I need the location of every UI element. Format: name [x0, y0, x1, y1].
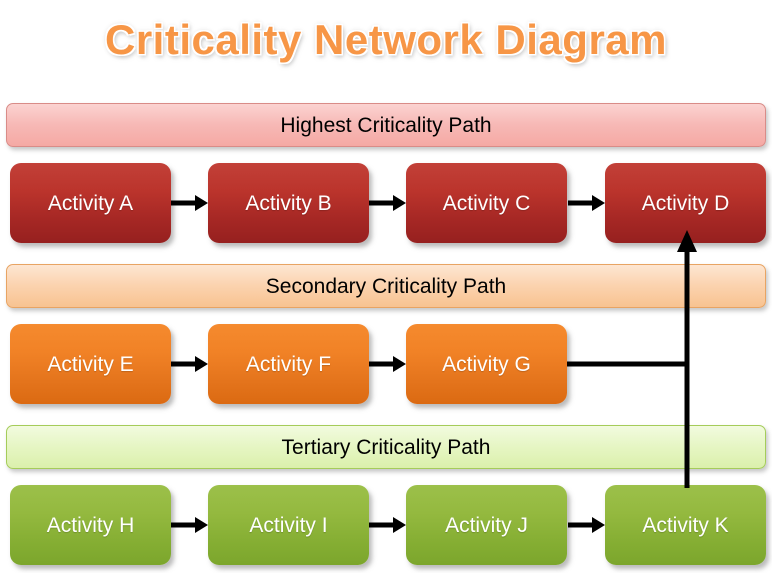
node-label: Activity G [442, 352, 531, 376]
arrow-g-to-d [560, 228, 700, 378]
node-activity-g[interactable]: Activity G [406, 324, 567, 404]
band-label: Secondary Criticality Path [265, 274, 507, 298]
band-highest-criticality: Highest Criticality Path [6, 103, 766, 147]
node-activity-i[interactable]: Activity I [208, 485, 369, 565]
node-activity-e[interactable]: Activity E [10, 324, 171, 404]
node-activity-c[interactable]: Activity C [406, 163, 567, 243]
node-label: Activity J [445, 513, 528, 537]
node-activity-a[interactable]: Activity A [10, 163, 171, 243]
arrow-k-to-d [682, 240, 694, 488]
arrow-h-to-i [171, 514, 208, 536]
node-label: Activity H [46, 513, 135, 537]
band-tertiary-criticality: Tertiary Criticality Path [6, 425, 766, 469]
node-label: Activity A [47, 191, 134, 215]
node-activity-f[interactable]: Activity F [208, 324, 369, 404]
arrow-i-to-j [369, 514, 406, 536]
node-label: Activity C [442, 191, 531, 215]
node-label: Activity E [47, 352, 134, 376]
node-activity-j[interactable]: Activity J [406, 485, 567, 565]
node-label: Activity K [642, 513, 729, 537]
arrow-e-to-f [171, 353, 208, 375]
diagram-canvas: Criticality Network Diagram Highest Crit… [0, 0, 772, 573]
arrow-f-to-g [369, 353, 406, 375]
arrow-b-to-c [369, 192, 406, 214]
arrow-j-to-k [568, 514, 605, 536]
node-activity-b[interactable]: Activity B [208, 163, 369, 243]
node-label: Activity F [245, 352, 332, 376]
band-label: Tertiary Criticality Path [281, 435, 491, 459]
arrow-a-to-b [171, 192, 208, 214]
node-label: Activity D [641, 191, 730, 215]
band-label: Highest Criticality Path [280, 113, 492, 137]
node-label: Activity I [249, 513, 328, 537]
node-activity-h[interactable]: Activity H [10, 485, 171, 565]
page-title: Criticality Network Diagram [104, 16, 667, 63]
node-activity-k[interactable]: Activity K [605, 485, 766, 565]
arrow-c-to-d [568, 192, 605, 214]
node-label: Activity B [245, 191, 332, 215]
